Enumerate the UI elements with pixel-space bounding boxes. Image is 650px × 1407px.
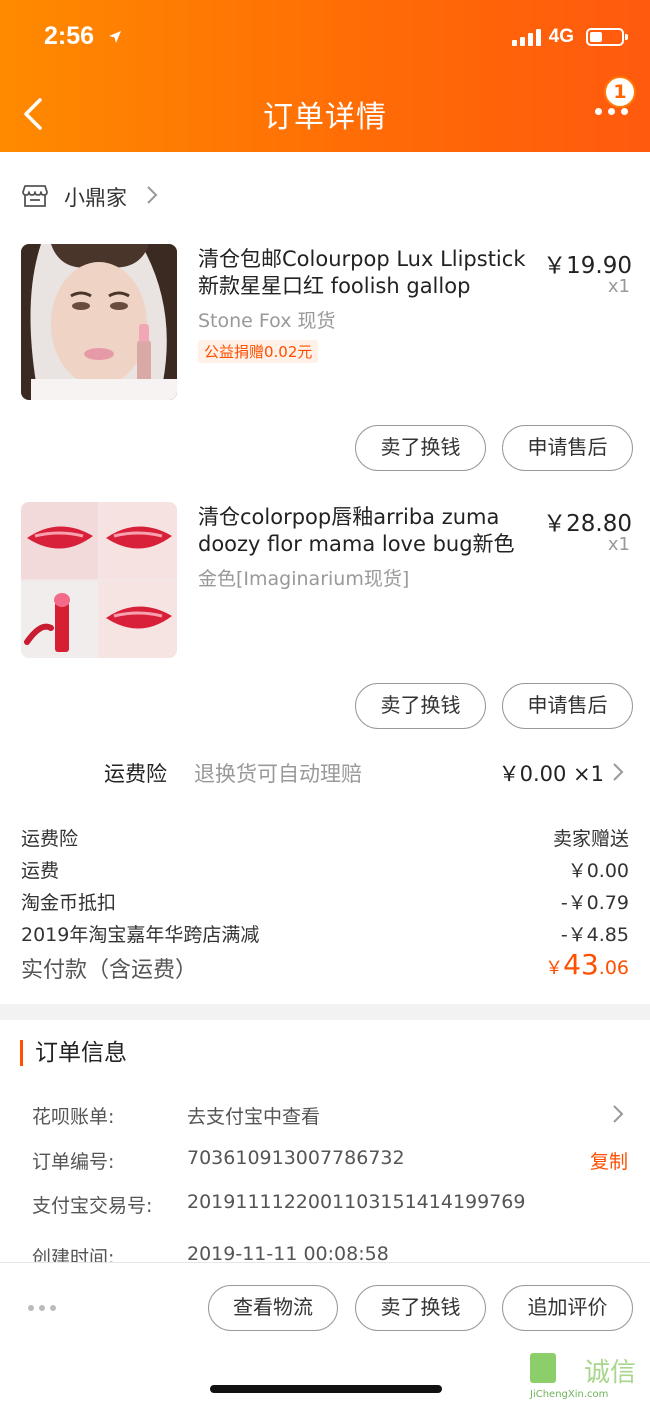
signal-icon: [511, 28, 541, 46]
summary-value: ￥0.00: [567, 860, 629, 882]
product-image-lipgloss[interactable]: [21, 502, 177, 658]
order-item[interactable]: 清仓colorpop唇釉arriba zuma doozy flor mama …: [0, 502, 650, 732]
network-type: 4G: [548, 26, 574, 47]
info-label: 订单编号:: [32, 1151, 115, 1173]
paid-label: 实付款（含运费）: [21, 958, 198, 983]
summary-label: 2019年淘宝嘉年华跨店满减: [21, 924, 260, 946]
summary-value: -￥4.85: [560, 924, 629, 946]
info-value: 2019111122001103151414199769: [187, 1191, 526, 1213]
paid-currency: ￥: [545, 958, 564, 979]
shop-name[interactable]: 小鼎家: [64, 182, 127, 212]
info-row-alipay-trade: 支付宝交易号: 2019111122001103151414199769: [0, 1187, 650, 1221]
chevron-right-icon: [613, 1105, 624, 1123]
info-row-huabei[interactable]: 花呗账单: 去支付宝中查看: [0, 1098, 650, 1132]
item-price: ￥19.90: [543, 253, 632, 279]
status-time: 2:56: [44, 22, 95, 50]
sell-for-cash-button[interactable]: 卖了换钱: [355, 683, 486, 729]
home-indicator[interactable]: [210, 1385, 442, 1393]
summary-value: -￥0.79: [560, 892, 629, 914]
view-logistics-button[interactable]: 查看物流: [208, 1285, 338, 1331]
paid-amount: ￥43.06: [545, 948, 629, 981]
order-info-title: 订单信息: [20, 1040, 127, 1066]
summary-row: 2019年淘宝嘉年华跨店满减 -￥4.85: [0, 916, 650, 948]
header-bar: 2:56 4G 订单详情 1: [0, 0, 650, 152]
message-count-badge: 1: [604, 76, 636, 108]
item-spec: Stone Fox 现货: [198, 310, 336, 332]
after-sales-button[interactable]: 申请售后: [502, 683, 633, 729]
item-quantity: x1: [607, 276, 630, 297]
insurance-price: ￥0.00 ×1: [498, 762, 604, 786]
item-quantity: x1: [607, 534, 630, 555]
info-label: 支付宝交易号:: [32, 1195, 153, 1217]
paid-amount-row: 实付款（含运费） ￥43.06: [0, 948, 650, 988]
location-arrow-icon: [109, 31, 121, 43]
info-row-order-number: 订单编号: 703610913007786732 复制: [0, 1143, 650, 1177]
page-title: 订单详情: [263, 100, 387, 135]
item-title[interactable]: 清仓colorpop唇釉arriba zuma doozy flor mama …: [198, 504, 543, 558]
bottom-action-bar: 查看物流 卖了换钱 追加评价 诚信 JiChengXin.com: [0, 1262, 650, 1407]
battery-icon: [586, 28, 628, 46]
info-label: 花呗账单:: [32, 1106, 115, 1128]
charity-tag: 公益捐赠0.02元: [198, 340, 319, 363]
after-sales-button[interactable]: 申请售后: [502, 425, 633, 471]
price-summary: 运费险 卖家赠送 运费 ￥0.00 淘金币抵扣 -￥0.79 2019年淘宝嘉年…: [0, 820, 650, 988]
more-options-button[interactable]: [595, 108, 628, 115]
summary-row: 淘金币抵扣 -￥0.79: [0, 884, 650, 916]
product-image-lipstick[interactable]: [21, 244, 177, 400]
item-price: ￥28.80: [543, 511, 632, 537]
section-divider: [0, 1004, 650, 1020]
add-review-button[interactable]: 追加评价: [502, 1285, 633, 1331]
info-value[interactable]: 去支付宝中查看: [187, 1102, 320, 1129]
summary-row: 运费险 卖家赠送: [0, 820, 650, 852]
paid-integer: 43: [563, 948, 599, 981]
summary-label: 运费险: [21, 828, 79, 850]
status-indicators: 4G: [511, 26, 628, 48]
order-item[interactable]: 清仓包邮Colourpop Lux Llipstick 新款星星口红 fooli…: [0, 244, 650, 474]
copy-button[interactable]: 复制: [590, 1147, 628, 1174]
insurance-description: 退换货可自动理赔: [194, 762, 362, 786]
chevron-right-icon: [613, 763, 624, 781]
item-spec: 金色[Imaginarium现货]: [198, 568, 410, 590]
sell-for-cash-button[interactable]: 卖了换钱: [355, 425, 486, 471]
insurance-label: 运费险: [104, 762, 167, 786]
watermark-logo: 诚信 JiChengXin.com: [529, 1353, 636, 1400]
store-icon: [22, 185, 48, 207]
summary-value: 卖家赠送: [552, 828, 629, 850]
shipping-insurance-row[interactable]: 运费险 退换货可自动理赔 ￥0.00 ×1: [0, 752, 650, 792]
summary-label: 淘金币抵扣: [21, 892, 117, 914]
item-title[interactable]: 清仓包邮Colourpop Lux Llipstick 新款星星口红 fooli…: [198, 246, 543, 300]
shop-row[interactable]: 小鼎家: [0, 170, 650, 220]
info-value: 703610913007786732: [187, 1147, 405, 1169]
paid-decimal: .06: [598, 957, 629, 979]
svg-text:诚信: 诚信: [584, 1358, 636, 1388]
summary-row: 运费 ￥0.00: [0, 852, 650, 884]
more-actions-button[interactable]: [28, 1305, 56, 1311]
chevron-right-icon: [147, 186, 158, 204]
sell-for-cash-button[interactable]: 卖了换钱: [355, 1285, 486, 1331]
svg-text:JiChengXin.com: JiChengXin.com: [529, 1389, 608, 1400]
summary-label: 运费: [21, 860, 60, 882]
